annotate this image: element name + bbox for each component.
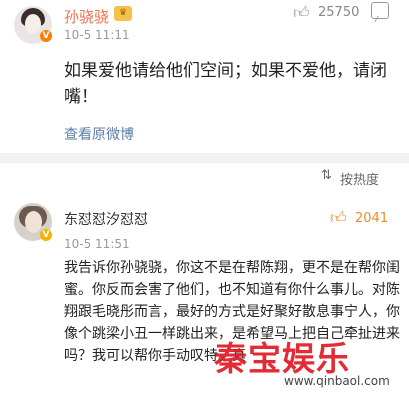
section-divider bbox=[0, 153, 409, 163]
comment-like-count[interactable]: 2041 bbox=[355, 211, 388, 226]
comment-time: 10-5 11:51 bbox=[64, 237, 130, 251]
post-like-count[interactable]: 25750 bbox=[318, 5, 359, 20]
post-username[interactable]: 孙骁骁 bbox=[64, 6, 109, 27]
vip-crown-icon: ♛ bbox=[114, 6, 132, 21]
post-time: 10-5 11:11 bbox=[64, 28, 130, 42]
avatar-face bbox=[25, 14, 41, 34]
comment-icon[interactable] bbox=[371, 2, 389, 19]
post-content: 如果爱他请给他们空间；如果不爱他，请闭嘴！ bbox=[64, 61, 387, 107]
comment-username[interactable]: 东怼怼汐怼怼 bbox=[64, 209, 148, 229]
verified-badge-icon: V bbox=[40, 229, 52, 241]
view-original-link[interactable]: 查看原微博 bbox=[64, 124, 134, 144]
sort-by-hot-button[interactable]: 按热度 bbox=[340, 169, 379, 188]
comment-content: 我告诉你孙骁骁，你这不是在帮陈翔，更不是在帮你闺蜜。你反而会害了他们，也不知道有… bbox=[64, 260, 400, 364]
sort-icon[interactable]: ⇅ bbox=[321, 168, 332, 183]
avatar-face bbox=[25, 211, 42, 233]
comment-item: V 东怼怼汐怼怼 10-5 11:51 👍︎ 2041 我告诉你孙骁骁，你这不是… bbox=[0, 193, 409, 402]
thumbs-up-icon[interactable]: 👍︎ bbox=[330, 208, 347, 228]
sort-bar: ⇅ 按热度 bbox=[0, 163, 409, 194]
verified-badge-icon: V bbox=[40, 30, 52, 42]
original-post: V 孙骁骁 ♛ 10-5 11:11 👍︎ 25750 如果爱他请给他们空间；如… bbox=[0, 0, 409, 153]
thumbs-up-icon[interactable]: 👍︎ bbox=[293, 3, 310, 23]
